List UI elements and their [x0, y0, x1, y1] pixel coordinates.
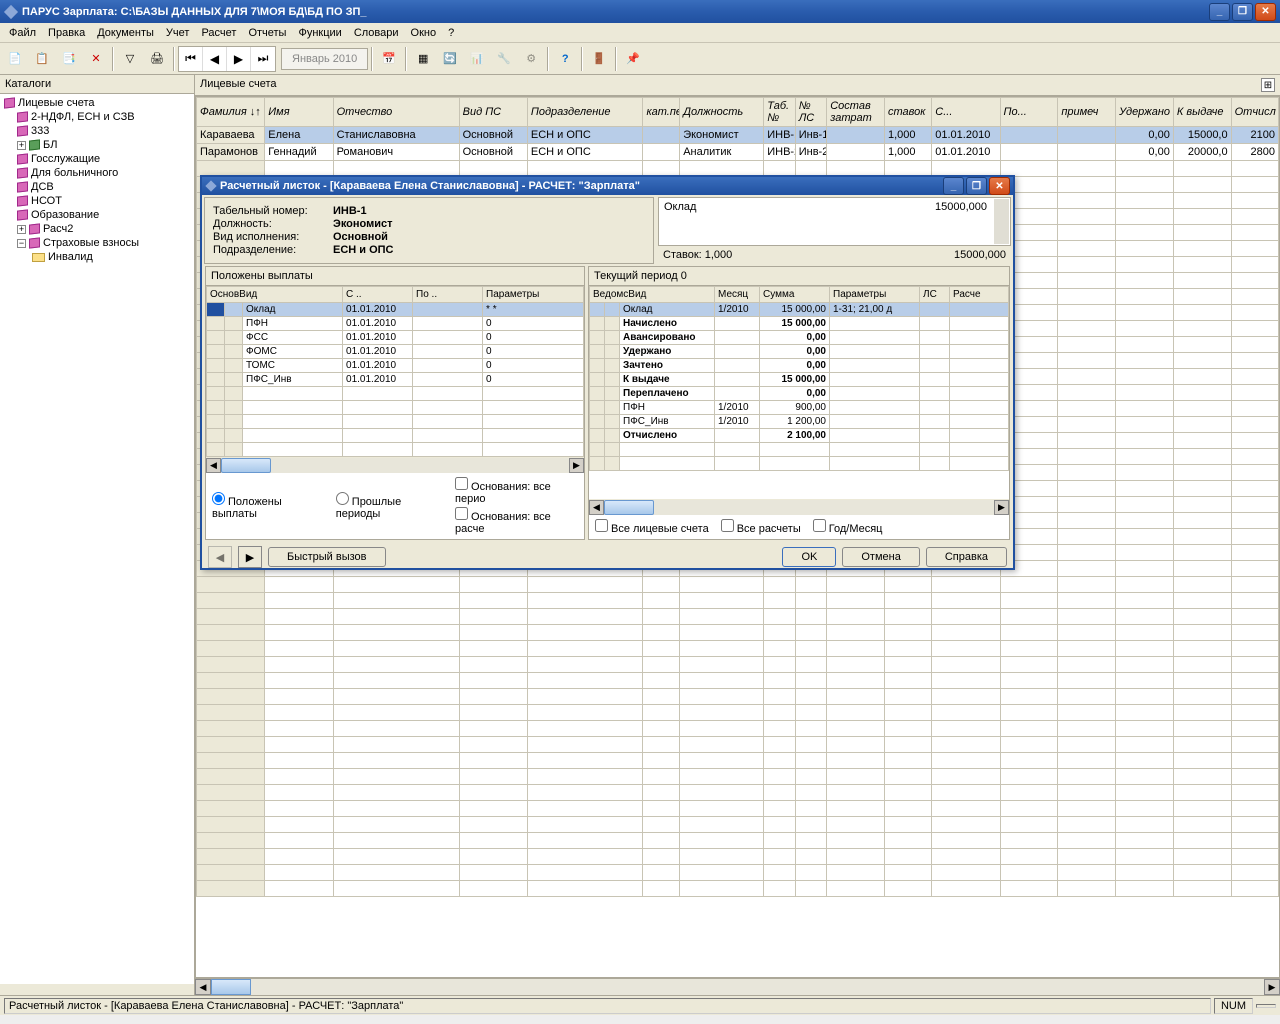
tree-item-boln[interactable]: Для больничного [2, 166, 192, 180]
tb-tools-icon[interactable]: 🔧 [491, 46, 517, 72]
dlg-nav-next[interactable]: ▶ [238, 546, 262, 568]
salary-display: Оклад15000,000 [658, 197, 1011, 246]
nav-next-icon[interactable]: ▶ [227, 47, 251, 71]
maximize-button[interactable]: ❐ [1232, 3, 1253, 21]
menu-edit[interactable]: Правка [42, 25, 91, 41]
dialog-title-bar[interactable]: Расчетный листок - [Караваева Елена Стан… [202, 177, 1013, 195]
left-scroll-h[interactable]: ◀▶ [206, 457, 584, 473]
chk-all-accounts[interactable]: Все лицевые счета [595, 519, 709, 535]
payslip-dialog: Расчетный листок - [Караваева Елена Стан… [200, 175, 1015, 570]
catalog-tree[interactable]: Лицевые счета 2-НДФЛ, ЕСН и СЗВ 333 +БЛ … [0, 94, 194, 984]
current-period-panel: Текущий период 0 ВедомсВидМесяцСуммаПара… [588, 266, 1010, 540]
cancel-button[interactable]: Отмена [842, 547, 919, 567]
chk-all-calculations[interactable]: Все расчеты [721, 519, 801, 535]
tb-delete-icon[interactable]: ✕ [83, 46, 109, 72]
sidebar-title: Каталоги [0, 75, 194, 94]
payments-due-panel: Положены выплаты ОсновВидС ..По ..Параме… [205, 266, 585, 540]
menu-docs[interactable]: Документы [91, 25, 160, 41]
close-button[interactable]: ✕ [1255, 3, 1276, 21]
tb-print-icon[interactable]: 🖨 [144, 46, 170, 72]
tree-item-2ndfl[interactable]: 2-НДФЛ, ЕСН и СЗВ [2, 110, 192, 124]
sidebar: Каталоги Лицевые счета 2-НДФЛ, ЕСН и СЗВ… [0, 75, 195, 995]
menu-window[interactable]: Окно [405, 25, 443, 41]
tb-help-icon[interactable]: ? [552, 46, 578, 72]
tree-item-obraz[interactable]: Образование [2, 208, 192, 222]
tree-item-333[interactable]: 333 [2, 124, 192, 138]
menu-file[interactable]: Файл [3, 25, 42, 41]
payments-due-header: Положены выплаты [206, 267, 584, 286]
toolbar: 📄 📋 📑 ✕ ▽ 🖨 ⏮ ◀ ▶ ⏭ Январь 2010 📅 ▦ 🔄 📊 … [0, 43, 1280, 75]
tree-root[interactable]: Лицевые счета [2, 96, 192, 110]
radio-payments-due[interactable]: Положены выплаты [212, 492, 324, 520]
tb-pin-icon[interactable]: 📌 [620, 46, 646, 72]
tb-chart-icon[interactable]: 📊 [464, 46, 490, 72]
dialog-title: Расчетный листок - [Караваева Елена Стан… [220, 180, 941, 192]
menu-help[interactable]: ? [442, 25, 460, 41]
month-display: Январь 2010 [281, 48, 368, 70]
current-period-grid[interactable]: ВедомсВидМесяцСуммаПараметрыЛСРасче Окла… [589, 286, 1009, 471]
radio-past-periods[interactable]: Прошлые периоды [336, 492, 443, 520]
dlg-close-button[interactable]: ✕ [989, 177, 1010, 195]
current-period-header: Текущий период 0 [589, 267, 1009, 286]
tb-calendar-icon[interactable]: 📅 [376, 46, 402, 72]
nav-last-icon[interactable]: ⏭ [251, 47, 275, 71]
dlg-nav-prev[interactable]: ◀ [208, 546, 232, 568]
dlg-max-button[interactable]: ❐ [966, 177, 987, 195]
chk-all-calcs[interactable]: Основания: все расче [455, 507, 578, 535]
tb-props-icon[interactable]: 📑 [56, 46, 82, 72]
chk-year-month[interactable]: Год/Месяц [813, 519, 883, 535]
tb-exit-icon[interactable]: 🚪 [586, 46, 612, 72]
minimize-button[interactable]: _ [1209, 3, 1230, 21]
employee-info-panel: Табельный номер:ИНВ-1 Должность:Экономис… [204, 197, 654, 264]
window-title-bar: ПАРУС Зарплата: С:\БАЗЫ ДАННЫХ ДЛЯ 7\МОЯ… [0, 0, 1280, 23]
nav-buttons: ⏮ ◀ ▶ ⏭ [178, 46, 276, 72]
tb-grid-icon[interactable]: ▦ [410, 46, 436, 72]
tree-item-dsv[interactable]: ДСВ [2, 180, 192, 194]
tb-new-icon[interactable]: 📄 [2, 46, 28, 72]
salary-scroll-v[interactable] [994, 199, 1009, 244]
tree-item-gossl[interactable]: Госслужащие [2, 152, 192, 166]
payments-due-grid[interactable]: ОсновВидС ..По ..Параметры Оклад01.01.20… [206, 286, 584, 457]
window-title: ПАРУС Зарплата: С:\БАЗЫ ДАННЫХ ДЛЯ 7\МОЯ… [22, 6, 1207, 18]
app-icon [4, 4, 18, 18]
tb-refresh-icon[interactable]: 🔄 [437, 46, 463, 72]
chk-all-periods[interactable]: Основания: все перио [455, 477, 578, 505]
panel-config-icon[interactable]: ⊞ [1261, 78, 1275, 92]
main-scrollbar-h[interactable]: ◀▶ [195, 978, 1280, 995]
status-num: NUM [1214, 998, 1253, 1014]
nav-first-icon[interactable]: ⏮ [179, 47, 203, 71]
right-scroll-h[interactable]: ◀▶ [589, 499, 1009, 515]
tb-sys-icon[interactable]: ⚙ [518, 46, 544, 72]
tb-copy-icon[interactable]: 📋 [29, 46, 55, 72]
dialog-icon [205, 180, 216, 191]
nav-prev-icon[interactable]: ◀ [203, 47, 227, 71]
tb-filter-icon[interactable]: ▽ [117, 46, 143, 72]
menu-funcs[interactable]: Функции [292, 25, 347, 41]
help-button[interactable]: Справка [926, 547, 1007, 567]
content-title: Лицевые счета ⊞ [195, 75, 1280, 96]
menu-reports[interactable]: Отчеты [242, 25, 292, 41]
statusbar: Расчетный листок - [Караваева Елена Стан… [0, 995, 1280, 1015]
tree-item-bl[interactable]: +БЛ [2, 138, 192, 152]
menubar: Файл Правка Документы Учет Расчет Отчеты… [0, 23, 1280, 43]
menu-calc[interactable]: Расчет [195, 25, 242, 41]
ok-button[interactable]: OK [782, 547, 836, 567]
quick-call-button[interactable]: Быстрый вызов [268, 547, 386, 567]
tree-item-strah[interactable]: −Страховые взносы [2, 236, 192, 250]
menu-dicts[interactable]: Словари [348, 25, 405, 41]
dlg-min-button[interactable]: _ [943, 177, 964, 195]
tree-item-nsot[interactable]: НСОТ [2, 194, 192, 208]
tree-item-rasch2[interactable]: +Расч2 [2, 222, 192, 236]
tree-item-invalid[interactable]: Инвалид [2, 250, 192, 264]
menu-account[interactable]: Учет [160, 25, 196, 41]
status-text: Расчетный листок - [Караваева Елена Стан… [4, 998, 1211, 1014]
